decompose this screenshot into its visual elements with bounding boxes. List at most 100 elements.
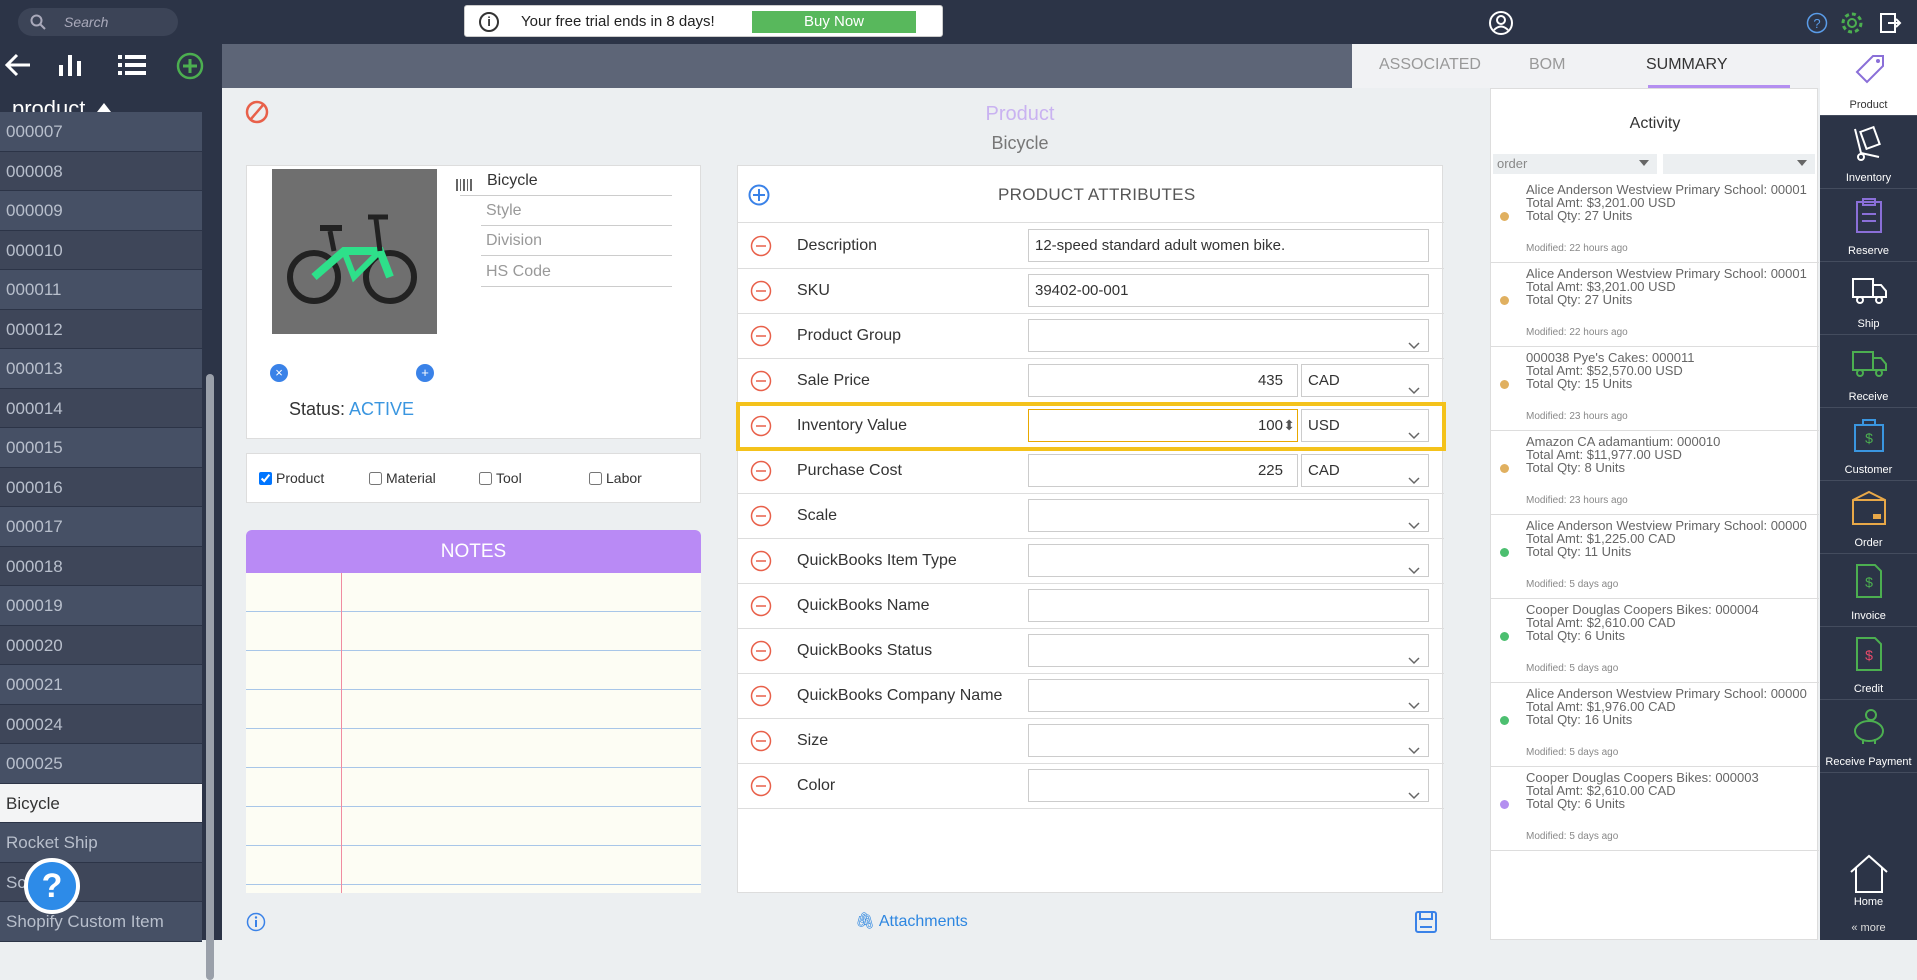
rightnav-receive[interactable]: Receive [1820,336,1917,408]
product-list-item[interactable]: 000025 [0,744,202,784]
type-checkbox-material[interactable]: Material [369,470,436,486]
activity-item[interactable]: Cooper Douglas Coopers Bikes: 000004 Tota… [1491,599,1819,683]
remove-attribute-icon[interactable] [750,370,772,397]
remove-attribute-icon[interactable] [750,550,772,577]
attribute-value-field[interactable] [1028,634,1429,667]
rightnav-inventory[interactable]: Inventory [1820,117,1917,189]
product-list-item[interactable]: 000021 [0,665,202,705]
attribute-value-field[interactable]: 225 [1028,454,1298,487]
product-image[interactable] [272,169,437,334]
attribute-value-field[interactable] [1028,319,1429,352]
attribute-value-field[interactable]: 100 ⬍ [1028,409,1298,442]
remove-attribute-icon[interactable] [750,280,772,307]
rightnav-credit[interactable]: $ Credit [1820,628,1917,700]
product-list-item[interactable]: 000024 [0,704,202,744]
attribute-value-field[interactable] [1028,679,1429,712]
chart-icon[interactable] [56,52,84,83]
product-list-item[interactable]: 000007 [0,112,202,152]
home-button[interactable]: Home [1820,852,1917,908]
add-icon[interactable] [176,52,204,85]
attribute-value-field[interactable]: 435 [1028,364,1298,397]
currency-select[interactable]: CAD [1301,364,1429,397]
remove-attribute-icon[interactable] [750,325,772,352]
product-list-item[interactable]: Shopify Custom Item [0,902,202,942]
product-list-item[interactable]: 000010 [0,230,202,270]
attribute-value-field[interactable] [1028,589,1429,622]
attribute-value-field[interactable] [1028,499,1429,532]
save-icon[interactable] [1414,910,1438,934]
rightnav-order[interactable]: Order [1820,482,1917,554]
buy-now-button[interactable]: Buy Now [752,11,916,33]
product-list-item[interactable]: 000009 [0,191,202,231]
disable-icon[interactable] [245,100,269,124]
remove-attribute-icon[interactable] [750,415,772,442]
remove-attribute-icon[interactable] [750,775,772,802]
product-list-item[interactable]: Rocket Ship [0,823,202,863]
checkbox[interactable] [589,472,602,485]
activity-filter-select[interactable]: order [1493,154,1657,174]
remove-attribute-icon[interactable] [750,505,772,532]
attachments-link[interactable]: 🖇 Attachments [855,911,968,931]
tab-bom[interactable]: BOM [1529,56,1565,74]
product-list-item[interactable]: 000015 [0,428,202,468]
stepper-icon[interactable]: ⬍ [1283,410,1295,441]
checkbox[interactable] [369,472,382,485]
type-checkbox-tool[interactable]: Tool [479,470,522,486]
product-list-item[interactable]: 000011 [0,270,202,310]
activity-item[interactable]: Alice Anderson Westview Primary School: … [1491,263,1819,347]
attribute-value-field[interactable] [1028,724,1429,757]
product-name-field[interactable]: Bicycle [460,166,672,196]
add-image-button[interactable]: + [416,364,434,382]
product-list-item[interactable]: 000014 [0,388,202,428]
product-list-item[interactable]: 000008 [0,151,202,191]
product-list-item[interactable]: 000012 [0,309,202,349]
sidebar-scrollbar[interactable] [206,374,214,980]
rightnav-product[interactable]: Product [1820,44,1917,116]
gear-icon[interactable] [1840,11,1864,35]
currency-select[interactable]: USD [1301,409,1429,442]
type-checkbox-labor[interactable]: Labor [589,470,642,486]
product-list-item[interactable]: 000016 [0,467,202,507]
activity-item[interactable]: Alice Anderson Westview Primary School: … [1491,179,1819,263]
remove-attribute-icon[interactable] [750,730,772,757]
product-list-item[interactable]: 000019 [0,586,202,626]
info-icon[interactable] [246,912,266,932]
attribute-value-field[interactable] [1028,769,1429,802]
remove-attribute-icon[interactable] [750,460,772,487]
product-list-item[interactable]: Bicycle [0,783,202,823]
help-icon[interactable]: ? [1806,12,1828,34]
division-field[interactable]: Division [481,226,672,256]
remove-image-button[interactable]: × [270,364,288,382]
remove-attribute-icon[interactable] [750,685,772,712]
product-list-item[interactable]: 000017 [0,507,202,547]
user-icon[interactable] [1488,10,1514,36]
logout-icon[interactable] [1878,11,1902,35]
checkbox[interactable] [479,472,492,485]
status-value[interactable]: ACTIVE [349,399,414,419]
more-link[interactable]: « more [1820,922,1917,934]
rightnav-customer[interactable]: $ Customer [1820,409,1917,481]
attribute-value-field[interactable]: 39402-00-001 [1028,274,1429,307]
attribute-value-field[interactable] [1028,544,1429,577]
checkbox[interactable] [259,472,272,485]
rightnav-invoice[interactable]: $ Invoice [1820,555,1917,627]
activity-subfilter-select[interactable] [1663,154,1815,174]
notes-area[interactable] [246,573,701,893]
activity-item[interactable]: Alice Anderson Westview Primary School: … [1491,515,1819,599]
rightnav-receive-payment[interactable]: Receive Payment [1820,701,1917,773]
product-list-item[interactable]: 000013 [0,349,202,389]
currency-select[interactable]: CAD [1301,454,1429,487]
activity-item[interactable]: Cooper Douglas Coopers Bikes: 000003 Tota… [1491,767,1819,851]
product-list-item[interactable]: 000020 [0,625,202,665]
add-attribute-icon[interactable] [748,184,770,206]
hs-code-field[interactable]: HS Code [481,257,672,287]
rightnav-ship[interactable]: Ship [1820,263,1917,335]
activity-item[interactable]: Alice Anderson Westview Primary School: … [1491,683,1819,767]
product-list-item[interactable]: 000018 [0,546,202,586]
type-checkbox-product[interactable]: Product [259,470,324,486]
tab-associated[interactable]: ASSOCIATED [1379,56,1481,74]
tab-summary[interactable]: SUMMARY [1646,56,1728,74]
activity-item[interactable]: 000038 Pye's Cakes: 000011 Total Amt: $52… [1491,347,1819,431]
search-input[interactable]: Search [18,8,178,36]
remove-attribute-icon[interactable] [750,235,772,262]
